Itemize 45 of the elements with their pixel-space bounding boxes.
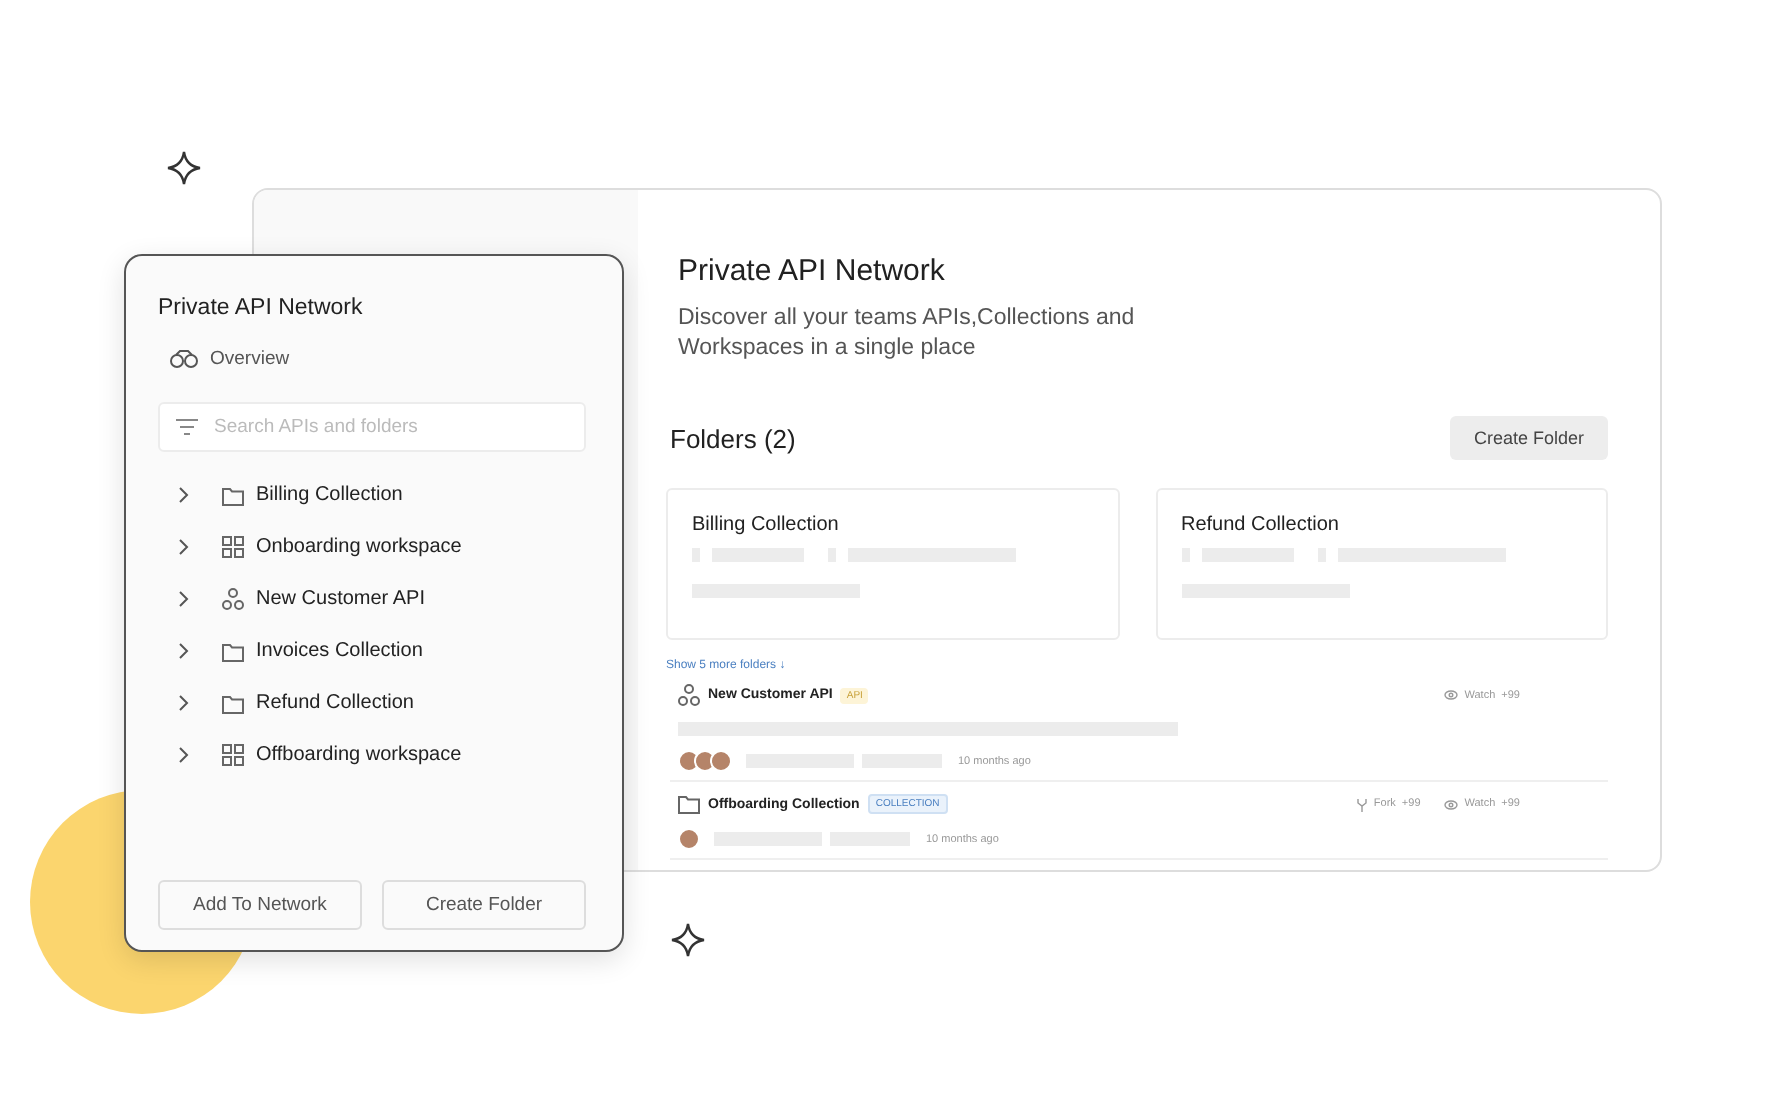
- tree-item[interactable]: New Customer API: [178, 580, 586, 618]
- overview-link[interactable]: Overview: [170, 348, 586, 370]
- binoculars-icon: [170, 350, 198, 368]
- folder-card[interactable]: Refund Collection: [1155, 488, 1608, 640]
- folder-icon: [222, 693, 244, 713]
- eye-icon: [1444, 690, 1459, 700]
- card-title: Refund Collection: [1181, 514, 1341, 536]
- nodes-icon: [222, 588, 244, 610]
- search-input[interactable]: Search APIs and folders: [210, 414, 568, 440]
- card-title: Billing Collection: [692, 514, 841, 536]
- chevron-icon: [178, 486, 190, 504]
- chevron-icon: [178, 590, 190, 608]
- page-subtitle: Discover all your teams APIs,Collections and Workspaces in a single place: [678, 304, 1137, 364]
- tree-item[interactable]: Invoices Collection: [178, 632, 586, 670]
- tree-item[interactable]: Offboarding workspace: [178, 736, 586, 774]
- fork-icon: [1355, 797, 1368, 811]
- panel-title: Private API Network: [158, 296, 365, 320]
- chevron-icon: [178, 694, 190, 712]
- avatar: [694, 750, 716, 772]
- eye-icon: [1444, 799, 1459, 809]
- folder-card[interactable]: Billing Collection: [666, 488, 1119, 640]
- create-folder-button[interactable]: Create Folder: [1449, 416, 1608, 460]
- filter-icon: [176, 418, 198, 436]
- sparkle-icon: [670, 922, 706, 958]
- chevron-icon: [178, 746, 190, 764]
- folder-icon: [222, 641, 244, 661]
- tree-item[interactable]: Onboarding workspace: [178, 528, 586, 566]
- grid-icon: [222, 744, 244, 766]
- search-field[interactable]: Search APIs and folders: [158, 402, 586, 452]
- folder-icon: [222, 485, 244, 505]
- avatar: [678, 750, 700, 772]
- chevron-icon: [178, 642, 190, 660]
- page-title: Private API Network: [678, 254, 947, 288]
- sparkle-icon: [166, 150, 202, 186]
- grid-icon: [222, 536, 244, 558]
- nodes-icon: [678, 684, 700, 706]
- chevron-icon: [178, 538, 190, 556]
- tree-item[interactable]: Billing Collection: [178, 476, 586, 514]
- avatar: [678, 828, 700, 850]
- avatar: [710, 750, 732, 772]
- tree-item[interactable]: Refund Collection: [178, 684, 586, 722]
- folders-heading: Folders (2): [670, 423, 796, 453]
- panel-button[interactable]: Create Folder: [382, 880, 586, 930]
- folder-icon: [678, 794, 700, 814]
- panel-button[interactable]: Add To Network: [158, 880, 362, 930]
